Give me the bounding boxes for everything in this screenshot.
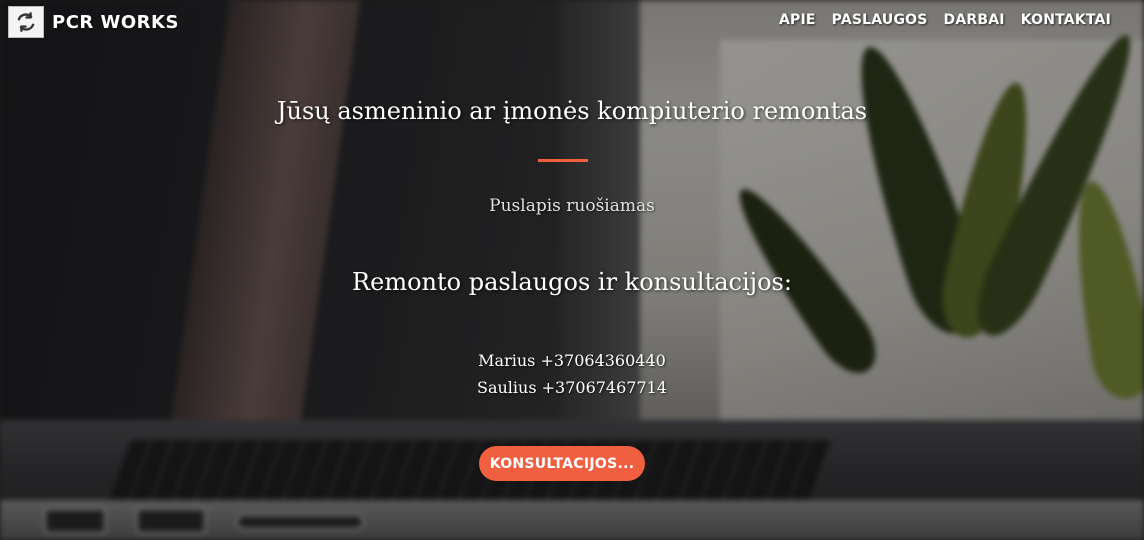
nav-item-paslaugos[interactable]: PASLAUGOS xyxy=(832,12,928,28)
contact-list: Marius +37064360440 Saulius +37067467714 xyxy=(0,347,1144,401)
hero-title: Jūsų asmeninio ar įmonės kompiuterio rem… xyxy=(276,97,868,125)
nav-item-apie[interactable]: APIE xyxy=(779,12,816,28)
services-heading: Remonto paslaugos ir konsultacijos: xyxy=(352,268,792,296)
consultation-button[interactable]: KONSULTACIJOS... xyxy=(479,446,645,481)
brand-link[interactable]: PCR WORKS xyxy=(8,6,179,38)
contact-line-saulius: Saulius +37067467714 xyxy=(476,378,668,397)
navbar: PCR WORKS APIE PASLAUGOS DARBAI KONTAKTA… xyxy=(0,0,1144,44)
hero-divider xyxy=(538,159,588,162)
nav-item-kontaktai[interactable]: KONTAKTAI xyxy=(1021,12,1111,28)
hero-subtitle: Puslapis ruošiamas xyxy=(489,196,655,216)
nav-item-darbai[interactable]: DARBAI xyxy=(944,12,1005,28)
main-nav: APIE PASLAUGOS DARBAI KONTAKTAI xyxy=(779,12,1111,28)
brand-name: PCR WORKS xyxy=(52,11,179,33)
refresh-icon xyxy=(8,6,44,38)
contact-line-marius: Marius +37064360440 xyxy=(478,351,666,370)
